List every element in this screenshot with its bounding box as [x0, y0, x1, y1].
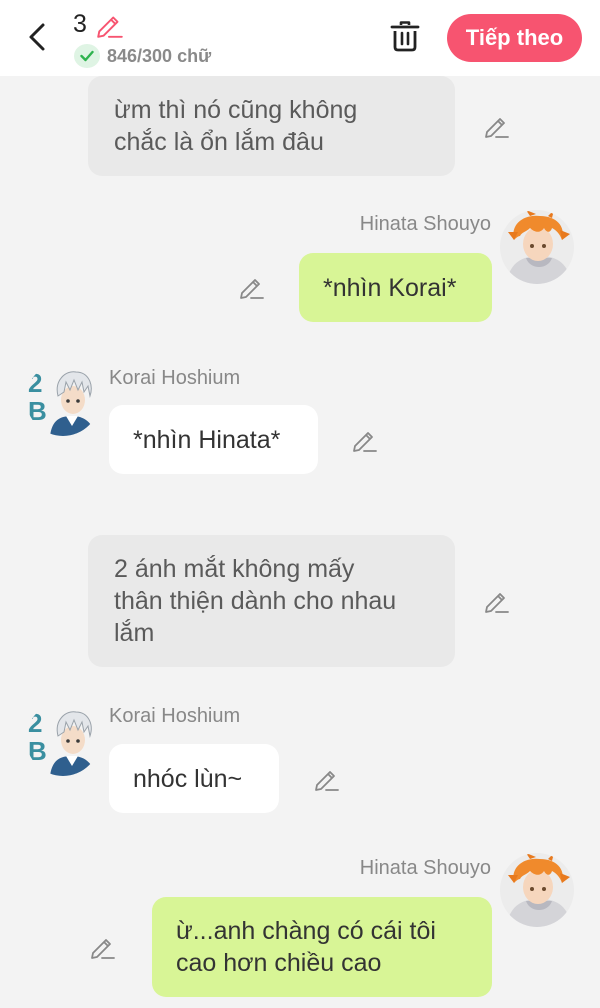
speaker-name: Hinata Shouyo: [359, 857, 491, 879]
message-line: *nhìn Korai*: [323, 273, 457, 302]
my-message-bubble[interactable]: ừ...anh chàng có cái tôi cao hơn chiều c…: [152, 897, 492, 997]
narration-bubble[interactable]: ừm thì nó cũng không chắc là ổn lắm đâu: [88, 76, 455, 176]
message-line: ừm thì nó cũng không: [114, 96, 358, 124]
pencil-icon[interactable]: [89, 934, 117, 960]
pencil-icon[interactable]: [313, 766, 341, 792]
white-hair-avatar-icon[interactable]: [26, 362, 100, 436]
pencil-icon: [97, 16, 123, 38]
check-icon: [74, 44, 100, 68]
white-hair-avatar-icon[interactable]: [26, 702, 100, 776]
message-line: *nhìn Hinata*: [133, 425, 281, 454]
orange-hair-avatar-icon[interactable]: [500, 210, 574, 284]
pencil-icon[interactable]: [351, 427, 379, 453]
trash-icon: [390, 21, 420, 52]
pencil-icon[interactable]: [483, 113, 511, 139]
message-line: chắc là ổn lắm đâu: [114, 128, 324, 156]
message-line: nhóc lùn~: [133, 764, 243, 793]
chapter-number: 3: [73, 10, 87, 38]
message-line: ừ...anh chàng có cái tôi: [176, 917, 436, 945]
word-count-row: 846/300 chữ: [74, 44, 211, 68]
message-line: cao hơn chiều cao: [176, 949, 382, 977]
edit-title-button[interactable]: [95, 11, 125, 39]
my-message-bubble[interactable]: *nhìn Korai*: [299, 253, 492, 322]
narration-bubble[interactable]: 2 ánh mắt không mấy thân thiện dành cho …: [88, 535, 455, 667]
speaker-name: Korai Hoshium: [109, 367, 241, 389]
pencil-icon[interactable]: [483, 588, 511, 614]
message-line: 2 ánh mắt không mấy: [114, 555, 355, 583]
back-button[interactable]: [22, 20, 52, 54]
pencil-icon[interactable]: [238, 274, 266, 300]
speaker-name: Korai Hoshium: [109, 705, 241, 727]
chevron-left-icon: [29, 23, 45, 51]
message-line: thân thiện dành cho nhau: [114, 587, 397, 615]
word-count: 846/300 chữ: [107, 45, 212, 66]
next-button[interactable]: Tiếp theo: [447, 14, 582, 62]
delete-button[interactable]: [388, 18, 422, 54]
message-line: lắm: [114, 619, 155, 647]
other-message-bubble[interactable]: nhóc lùn~: [109, 744, 279, 813]
orange-hair-avatar-icon[interactable]: [500, 853, 574, 927]
top-bar: 3 846/300 chữ Tiếp theo: [0, 0, 600, 76]
speaker-name: Hinata Shouyo: [359, 213, 491, 235]
other-message-bubble[interactable]: *nhìn Hinata*: [109, 405, 318, 474]
